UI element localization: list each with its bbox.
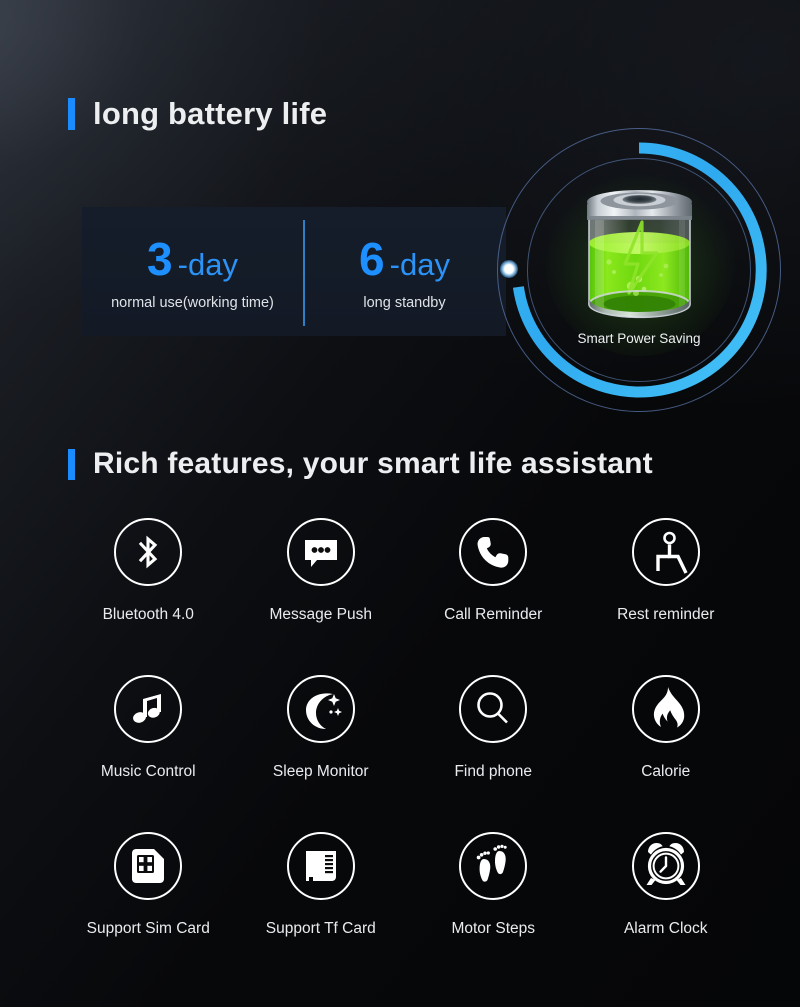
battery-graphic-label: Smart Power Saving [577,331,701,346]
feature-item-message-push[interactable]: Message Push [235,518,408,624]
battery-charging-icon [587,190,692,319]
magnifying-glass-icon [459,675,528,743]
footprints-icon [459,832,528,900]
feature-grid: Bluetooth 4.0 Message Push Call Reminder… [62,518,752,938]
stats-divider [303,220,305,326]
features-section-heading: Rich features, your smart life assistant [68,447,653,481]
arc-endpoint-dot [500,260,518,278]
battery-stats-panel: 3 -day normal use(working time) 6 -day l… [82,207,506,336]
feature-label: Message Push [269,606,373,623]
heading-accent-bar [68,448,75,480]
feature-item-sim-card[interactable]: Support Sim Card [62,832,235,938]
stat-standby: 6 -day long standby [303,207,506,336]
flame-icon [631,675,700,743]
tf-card-icon [286,832,355,900]
feature-label: Sleep Monitor [272,763,369,780]
feature-item-motor-steps[interactable]: Motor Steps [407,832,580,938]
heading-accent-bar [68,98,75,130]
features-heading-text: Rich features, your smart life assistant [93,447,653,480]
feature-label: Support Tf Card [265,920,376,937]
seated-person-icon [631,518,700,586]
feature-item-call-reminder[interactable]: Call Reminder [407,518,580,624]
bluetooth-icon [114,518,183,586]
stat-standby-number: 6 [359,233,385,285]
feature-item-rest-reminder[interactable]: Rest reminder [580,518,753,624]
feature-label: Call Reminder [444,606,543,623]
feature-item-find-phone[interactable]: Find phone [407,675,580,781]
feature-label: Music Control [100,763,196,780]
crescent-moon-stars-icon [286,675,355,743]
alarm-clock-icon [631,832,700,900]
feature-label: Support Sim Card [86,920,210,937]
feature-item-tf-card[interactable]: Support Tf Card [235,832,408,938]
phone-handset-icon [459,518,528,586]
feature-label: Bluetooth 4.0 [102,606,194,623]
battery-section-heading: long battery life [68,96,327,132]
stat-standby-unit: -day [389,247,450,282]
feature-item-alarm-clock[interactable]: Alarm Clock [580,832,753,938]
music-note-icon [114,675,183,743]
stat-normal-use-number: 3 [147,233,173,285]
feature-label: Motor Steps [451,920,536,937]
battery-ring-graphic: Smart Power Saving [497,128,781,412]
feature-item-music-control[interactable]: Music Control [62,675,235,781]
feature-label: Alarm Clock [623,920,708,937]
feature-label: Calorie [641,763,691,780]
stat-normal-use-description: normal use(working time) [111,295,274,311]
stat-standby-description: long standby [363,295,446,311]
feature-label: Find phone [454,763,533,780]
stat-normal-use: 3 -day normal use(working time) [82,207,303,336]
stat-normal-use-unit: -day [177,247,238,282]
message-bubble-icon [286,518,355,586]
sim-card-icon [114,832,183,900]
feature-item-bluetooth[interactable]: Bluetooth 4.0 [62,518,235,624]
feature-item-calorie[interactable]: Calorie [580,675,753,781]
feature-item-sleep-monitor[interactable]: Sleep Monitor [235,675,408,781]
promo-page: long battery life 3 -day normal use(work… [0,0,800,1007]
feature-label: Rest reminder [617,606,715,623]
battery-heading-text: long battery life [93,96,328,131]
